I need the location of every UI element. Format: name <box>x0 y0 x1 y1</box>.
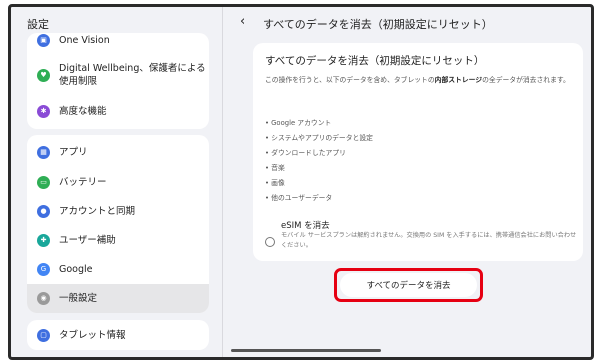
settings-sidebar: 設定 ▣ One Vision ♥ Digital Wellbeing、保護者に… <box>11 7 223 357</box>
sidebar-item-label: ユーザー補助 <box>59 234 116 246</box>
sidebar-item-tablet-info[interactable]: ▢ タブレット情報 <box>27 322 209 348</box>
sidebar-item-label: 一般設定 <box>59 293 98 304</box>
tablet-info-icon: ▢ <box>37 328 50 342</box>
battery-icon: ▭ <box>37 175 50 189</box>
data-list-item: • Google アカウント <box>265 119 332 127</box>
advanced-features-icon: ✱ <box>37 104 50 118</box>
screen-frame: 設定 ▣ One Vision ♥ Digital Wellbeing、保護者に… <box>8 4 594 360</box>
description-bold-text: 内部ストレージ <box>434 76 483 84</box>
esim-erase-description: モバイル サービスプランは解約されません。交換用の SIM を入手するには、携帯… <box>281 232 577 249</box>
accessibility-icon: ✚ <box>37 233 50 247</box>
sidebar-item-battery[interactable]: ▭ バッテリー <box>27 169 209 195</box>
sidebar-item-label: バッテリー <box>59 176 107 188</box>
sidebar-title: 設定 <box>27 18 49 31</box>
general-settings-icon: ◉ <box>37 292 50 305</box>
sidebar-item-accessibility[interactable]: ✚ ユーザー補助 <box>27 227 209 253</box>
sidebar-group-3: ▢ タブレット情報 <box>27 320 209 350</box>
data-list-item: • ダウンロードしたアプリ <box>265 149 346 157</box>
description-text-end: の全データが消去されます。 <box>482 76 570 84</box>
esim-erase-title: eSIM を消去 <box>281 221 330 231</box>
sidebar-item-digital-wellbeing[interactable]: ♥ Digital Wellbeing、保護者による 使用制限 <box>27 57 209 93</box>
sidebar-item-label: Google <box>59 263 93 275</box>
sidebar-item-label: アプリ <box>59 146 88 158</box>
esim-erase-radio[interactable] <box>265 237 275 247</box>
digital-wellbeing-icon: ♥ <box>37 68 50 82</box>
erase-all-data-button[interactable]: すべてのデータを消去 <box>340 273 477 297</box>
sidebar-item-label-line2: 使用制限 <box>59 76 98 87</box>
one-vision-icon: ▣ <box>37 33 50 47</box>
sidebar-item-account-sync[interactable]: ● アカウントと同期 <box>27 198 209 224</box>
description-text: この操作を行うと、以下のデータを含め、タブレットの <box>265 76 435 84</box>
sidebar-group-1: ▣ One Vision ♥ Digital Wellbeing、保護者による … <box>27 33 209 129</box>
sidebar-item-label: One Vision <box>59 34 110 46</box>
sidebar-item-label: タブレット情報 <box>59 329 126 341</box>
google-icon: G <box>37 262 50 276</box>
sidebar-item-advanced-features[interactable]: ✱ 高度な機能 <box>27 99 209 123</box>
data-list-item: • システムやアプリのデータと設定 <box>265 134 373 142</box>
reset-description: この操作を行うと、以下のデータを含め、タブレットの内部ストレージの全データが消去… <box>265 73 577 88</box>
reset-info-card: すべてのデータを消去（初期設定にリセット） この操作を行うと、以下のデータを含め… <box>253 43 583 261</box>
main-pane: ‹ すべてのデータを消去（初期設定にリセット） すべてのデータを消去（初期設定に… <box>223 7 591 357</box>
sidebar-item-label: Digital Wellbeing、保護者による <box>59 63 206 74</box>
sidebar-item-one-vision[interactable]: ▣ One Vision <box>27 33 209 50</box>
sidebar-item-label: アカウントと同期 <box>59 205 136 217</box>
data-list-item: • 他のユーザーデータ <box>265 194 333 202</box>
sidebar-item-apps[interactable]: ▦ アプリ <box>27 139 209 165</box>
back-arrow-icon[interactable]: ‹ <box>240 14 245 29</box>
sidebar-item-general-settings[interactable]: ◉ 一般設定 <box>27 284 209 313</box>
reset-card-title: すべてのデータを消去（初期設定にリセット） <box>265 55 485 67</box>
apps-icon: ▦ <box>37 145 50 159</box>
account-icon: ● <box>37 204 50 218</box>
data-list-item: • 画像 <box>265 179 285 187</box>
page-title: すべてのデータを消去（初期設定にリセット） <box>263 18 493 31</box>
sidebar-item-label: 高度な機能 <box>59 105 107 117</box>
navigation-handle[interactable] <box>231 349 381 352</box>
sidebar-item-google[interactable]: G Google <box>27 256 209 282</box>
data-list-item: • 音楽 <box>265 164 285 172</box>
sidebar-group-2: ▦ アプリ ▭ バッテリー ● アカウントと同期 ✚ ユーザー補助 G Goog… <box>27 135 209 313</box>
